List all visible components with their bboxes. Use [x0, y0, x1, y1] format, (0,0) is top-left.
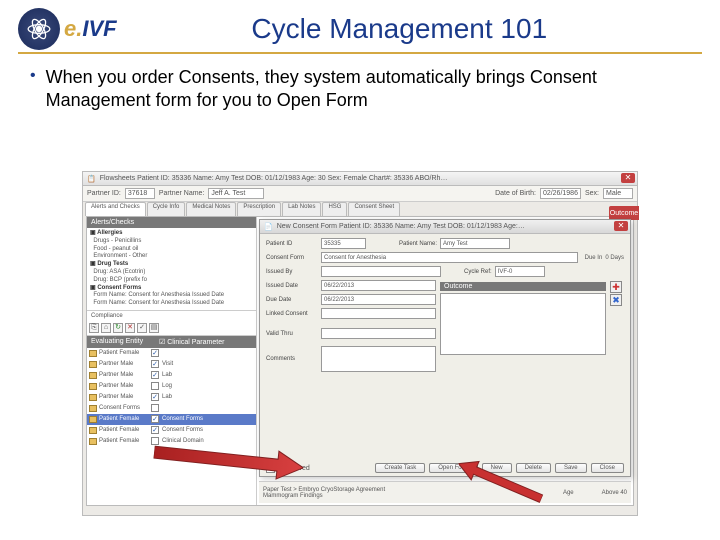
check-icon[interactable]: ✓	[137, 323, 147, 333]
logo-text: e.IVF	[64, 16, 117, 42]
slide-title: Cycle Management 101	[117, 13, 702, 45]
close-button[interactable]: Close	[591, 463, 624, 473]
dob-field[interactable]: 02/26/1986	[540, 188, 581, 199]
tab-lab[interactable]: Lab Notes	[282, 202, 321, 216]
comments-input[interactable]	[321, 346, 436, 372]
list-item[interactable]: Consent Forms	[87, 403, 256, 414]
list-item[interactable]: Patient Female✓	[87, 348, 256, 359]
list-item[interactable]: Partner Male✓Lab	[87, 392, 256, 403]
valid-thru-input[interactable]	[321, 328, 436, 339]
dialog-titlebar: 📄New Consent Form Patient ID: 35336 Name…	[260, 220, 630, 234]
patient-name-input[interactable]: Amy Test	[440, 238, 510, 249]
tab-hsg[interactable]: HSG	[322, 202, 347, 216]
compliance-label: Compliance	[87, 311, 256, 321]
close-icon[interactable]: ✕	[621, 173, 635, 183]
list-item[interactable]: Partner Male✓Lab	[87, 370, 256, 381]
list-item[interactable]: Partner Male✓Visit	[87, 359, 256, 370]
delete-button[interactable]: Delete	[516, 463, 551, 473]
outcome-header: Outcome	[440, 282, 606, 291]
tab-alerts[interactable]: Alerts and Checks	[85, 202, 146, 216]
delete-icon[interactable]: ✕	[125, 323, 135, 333]
linked-consent-input[interactable]	[321, 308, 436, 319]
open-form-button[interactable]: Open Form	[429, 463, 477, 473]
alerts-list: ▣ Allergies Drugs - Penicillins Food - p…	[87, 228, 256, 311]
outcome-list[interactable]	[440, 293, 606, 355]
issued-date-input[interactable]: 06/22/2013	[321, 280, 436, 291]
tab-bar: Alerts and Checks Cycle Info Medical Not…	[83, 202, 637, 216]
partner-id-field[interactable]: 37618	[125, 188, 155, 199]
patient-header: Partner ID:37618 Partner Name:Jeff A. Te…	[83, 186, 637, 202]
list-item[interactable]: Partner MaleLog	[87, 381, 256, 392]
close-icon[interactable]: ✕	[614, 221, 628, 231]
tab-consent[interactable]: Consent Sheet	[348, 202, 400, 216]
reviewed-checkbox[interactable]	[266, 464, 275, 473]
refresh-icon[interactable]: ↻	[113, 323, 123, 333]
logo-icon	[18, 8, 60, 50]
issued-by-select[interactable]	[321, 266, 441, 277]
due-date-input[interactable]: 06/22/2013	[321, 294, 436, 305]
list-item[interactable]: Patient Female✓Consent Forms	[87, 414, 256, 425]
consent-form-select[interactable]: Consent for Anesthesia	[321, 252, 578, 263]
footer-row: Paper Test > Embryo CryoStorage Agreemen…	[259, 481, 631, 503]
add-icon[interactable]: ✚	[610, 281, 622, 293]
title-rule	[18, 52, 702, 54]
eval-header: Evaluating Entity☑ Clinical Parameter	[87, 336, 256, 348]
sort-icon[interactable]: ▤	[149, 323, 159, 333]
patient-id-input[interactable]: 35335	[321, 238, 366, 249]
create-task-button[interactable]: Create Task	[375, 463, 425, 473]
list-item[interactable]: Patient Female✓Consent Forms	[87, 425, 256, 436]
tab-rx[interactable]: Prescription	[237, 202, 281, 216]
cycle-ref-select[interactable]: IVF-0	[495, 266, 545, 277]
toolbar: ⎘⌂↻✕✓▤	[87, 321, 256, 336]
new-button[interactable]: New	[482, 463, 512, 473]
tab-cycle[interactable]: Cycle Info	[147, 202, 186, 216]
list-item[interactable]: Patient FemaleClinical Domain	[87, 436, 256, 447]
tab-notes[interactable]: Medical Notes	[186, 202, 236, 216]
flowsheet-titlebar: 📋Flowsheets Patient ID: 35336 Name: Amy …	[83, 172, 637, 186]
bullet-text: •When you order Consents, they system au…	[0, 66, 720, 111]
save-button[interactable]: Save	[555, 463, 587, 473]
evaluation-list[interactable]: Patient Female✓Partner Male✓VisitPartner…	[87, 348, 256, 505]
sex-field[interactable]: Male	[603, 188, 633, 199]
tool-icon[interactable]: ⎘	[89, 323, 99, 333]
consent-dialog: 📄New Consent Form Patient ID: 35336 Name…	[259, 219, 631, 477]
alerts-header: Alerts/Checks	[87, 217, 256, 228]
home-icon[interactable]: ⌂	[101, 323, 111, 333]
screenshot-area: 📋Flowsheets Patient ID: 35336 Name: Amy …	[82, 171, 638, 516]
remove-icon[interactable]: ✖	[610, 294, 622, 306]
partner-name-field[interactable]: Jeff A. Test	[208, 188, 264, 199]
